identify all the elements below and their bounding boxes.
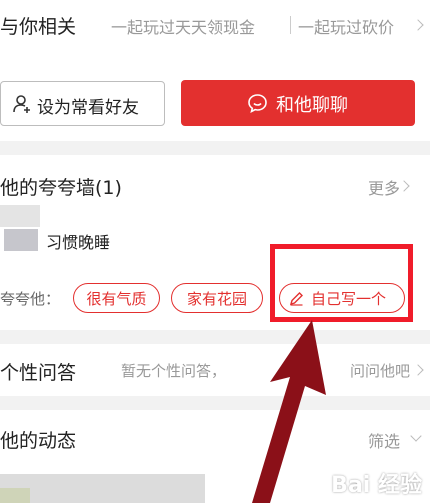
pointer-arrow-icon [252, 320, 326, 503]
watermark: Bai 经验 [331, 473, 422, 498]
